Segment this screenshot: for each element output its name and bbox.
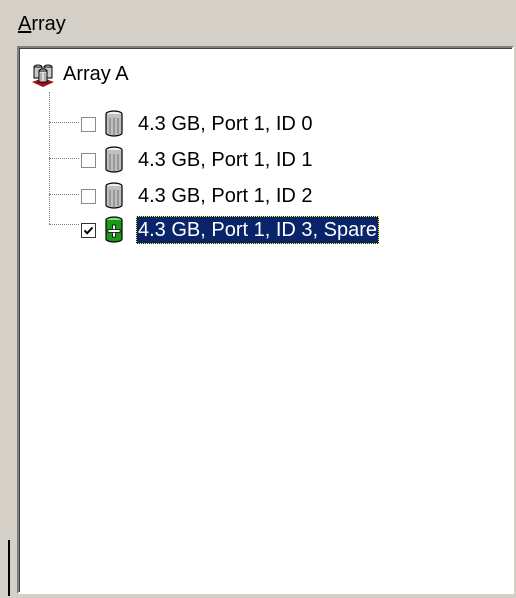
tree-node-label: Array A — [63, 62, 129, 85]
tree-node-disk-id0[interactable]: 4.3 GB, Port 1, ID 0 — [81, 108, 315, 140]
array-group-label: Array — [18, 13, 66, 35]
tree-node-disk-id1[interactable]: 4.3 GB, Port 1, ID 1 — [81, 144, 315, 176]
tree-connector-branch — [49, 158, 79, 159]
disk-checkbox[interactable] — [81, 116, 96, 132]
tree-node-array-a[interactable]: Array A — [29, 58, 129, 90]
tree-node-label: 4.3 GB, Port 1, ID 0 — [138, 113, 313, 135]
tree-node-label-selected: 4.3 GB, Port 1, ID 3, Spare — [136, 216, 380, 244]
disk-icon — [105, 182, 123, 209]
tree-node-label: 4.3 GB, Port 1, ID 1 — [138, 149, 313, 171]
tree-connector-branch — [49, 122, 79, 123]
array-icon — [32, 64, 54, 87]
array-tree-view[interactable]: Array A 4.3 GB, Port 1, ID 0 4.3 GB, Por… — [17, 46, 514, 594]
tree-node-disk-id3-spare[interactable]: 4.3 GB, Port 1, ID 3, Spare — [81, 214, 380, 246]
disk-checkbox-checked[interactable] — [81, 222, 96, 238]
tree-connector-branch — [49, 194, 79, 195]
disk-checkbox[interactable] — [81, 152, 96, 168]
checkmark-icon — [83, 226, 94, 235]
tree-node-label: 4.3 GB, Port 1, ID 2 — [138, 185, 313, 207]
disk-icon — [105, 146, 123, 173]
tree-node-disk-id2[interactable]: 4.3 GB, Port 1, ID 2 — [81, 180, 315, 212]
window-edge — [8, 540, 10, 596]
spare-disk-icon — [105, 216, 123, 243]
tree-connector-branch — [49, 224, 79, 225]
disk-icon — [105, 110, 123, 137]
disk-checkbox[interactable] — [81, 188, 96, 204]
